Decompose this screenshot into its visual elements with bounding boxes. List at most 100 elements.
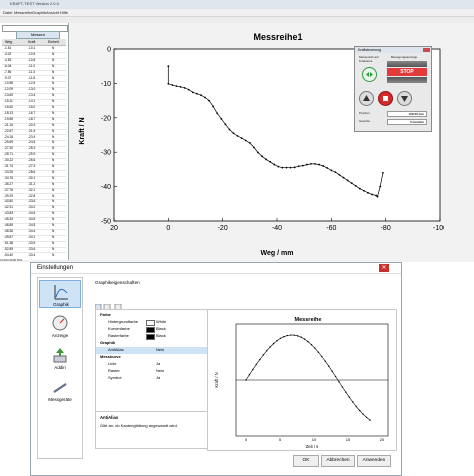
prop-key: Symbol [108,375,122,380]
preview-point [317,351,320,353]
group-messkurve[interactable]: Messkurve [96,354,212,361]
list-header: Weg Kraft Einheit [2,39,66,46]
list-row[interactable]: -54.40 -33.4 N [2,253,66,257]
data-point [350,182,353,185]
y-tick-label: -50 [101,219,111,226]
data-point [363,189,365,192]
data-point [358,187,361,190]
prop-symbol[interactable]: Symbol Ja [96,375,212,382]
property-toolbar [94,297,129,311]
preview-point [358,409,361,412]
position-label: Position [359,111,370,115]
measurement-list: -1.51 -10.1 N -3.02 -10.5 N -4.53 -10.8 N -6.04 -1… [2,46,66,256]
control-close-button[interactable] [423,48,430,52]
group-graphik[interactable]: Graphik [96,340,212,347]
data-point [285,166,288,169]
stop-icon [383,96,388,101]
data-point [297,165,300,168]
preview-point [300,336,302,338]
apply-button[interactable]: Anwenden [357,455,391,467]
cancel-button[interactable]: Abbrechen [321,455,355,467]
nav-item-graphik[interactable]: Graphik [39,280,81,308]
preview-point [355,405,357,408]
prop-linie[interactable]: Linie Ja [96,361,212,368]
stop-button[interactable] [378,91,393,106]
preview-point [369,419,371,421]
data-point [346,179,349,182]
menu-hilfe[interactable]: Hilfe [60,10,68,15]
preview-point [276,340,278,342]
data-point [376,195,379,198]
data-point [305,163,308,166]
measure-trigger-button[interactable] [362,67,377,82]
data-point [338,174,341,176]
preview-point [303,338,306,340]
data-point [232,132,235,135]
nav-item-anzeige[interactable]: Anzeige [39,312,81,340]
preview-point [334,375,337,378]
prop-key: Raster [108,368,120,373]
preview-point [365,416,368,419]
move-down-indicator [387,77,427,83]
nav-item-addin[interactable]: Addin [39,344,81,372]
data-point [301,164,304,167]
data-point [277,165,280,168]
column-header-weg[interactable]: Weg [5,39,12,45]
preview-point [252,368,254,371]
data-point [379,185,382,188]
data-point [167,65,170,68]
triangle-down-icon [401,96,408,102]
prop-key: Kurvenfarbe [108,326,130,331]
move-down-button[interactable] [397,91,412,106]
tab-messen[interactable]: Messen [16,31,60,39]
move-up-button[interactable] [359,91,374,106]
motion-control-panel: Kraftsteuerung Messpunkt auf Kraftstoss … [354,46,432,132]
addin-icon [53,348,67,363]
dialog-close-button[interactable]: ✕ [379,264,389,272]
ok-button[interactable]: OK [293,455,319,467]
preview-point [286,334,289,337]
preview-point [321,355,323,358]
group-farbe[interactable]: Farbe [96,312,212,319]
column-header-kraft[interactable]: Kraft [28,39,35,45]
preview-point [331,370,333,372]
column-header-einheit[interactable]: Einheit [48,39,59,45]
preview-chart: Messreihe 0 5 10 15 20 Kraft / N Zeit / s [214,317,389,449]
prop-value: Ja [156,375,161,380]
preview-point [269,346,271,348]
preview-x-tick-label: 5 [279,437,282,442]
description-text: Gibt an, ob Kantenglättung angewandt wir… [100,423,178,428]
data-point [334,171,337,174]
group-messkurve-label: Messkurve [100,354,121,359]
menu-messreihe[interactable]: Messreihe [14,10,32,15]
data-point [187,88,190,91]
menu-datei[interactable]: Datei [3,10,12,15]
menu-ansicht[interactable]: Ansicht [46,10,59,15]
preview-x-ticks: 0 5 10 15 20 [245,437,385,442]
group-graphik-label: Graphik [100,340,116,345]
measure-mode-label: Messpunkt auf Kraftstoss [359,55,379,63]
list-cell: -54.40 [4,252,14,257]
data-point [273,163,276,166]
prop-raster[interactable]: Raster Nein [96,368,212,375]
preview-point [345,391,347,393]
menu-graphik[interactable]: Graphik [32,10,46,15]
preview-point [324,360,326,362]
prop-value: Black [156,326,166,331]
data-point [281,166,284,169]
preview-point [341,386,344,388]
device-icon [53,383,67,393]
y-tick-label: -10 [101,81,111,88]
preview-point [265,350,268,352]
list-cell: -33.4 [28,252,36,257]
data-point [212,105,215,108]
nav-item-messgeraete[interactable]: Messgeräte [39,376,81,404]
prop-rasterfarbe[interactable]: Rasterfarbe Black [96,333,212,340]
data-point [257,151,259,154]
prop-hintergrundfarbe[interactable]: Hintergrundfarbe White [96,319,212,326]
preview-point [293,334,295,336]
prop-kurvenfarbe[interactable]: Kurvenfarbe Black [96,326,212,333]
settings-nav: Graphik Anzeige Addin Messgeräte [37,277,83,459]
x-tick-label: -20 [218,225,228,232]
prop-antialias[interactable]: AntiAlias Nein [96,347,212,354]
